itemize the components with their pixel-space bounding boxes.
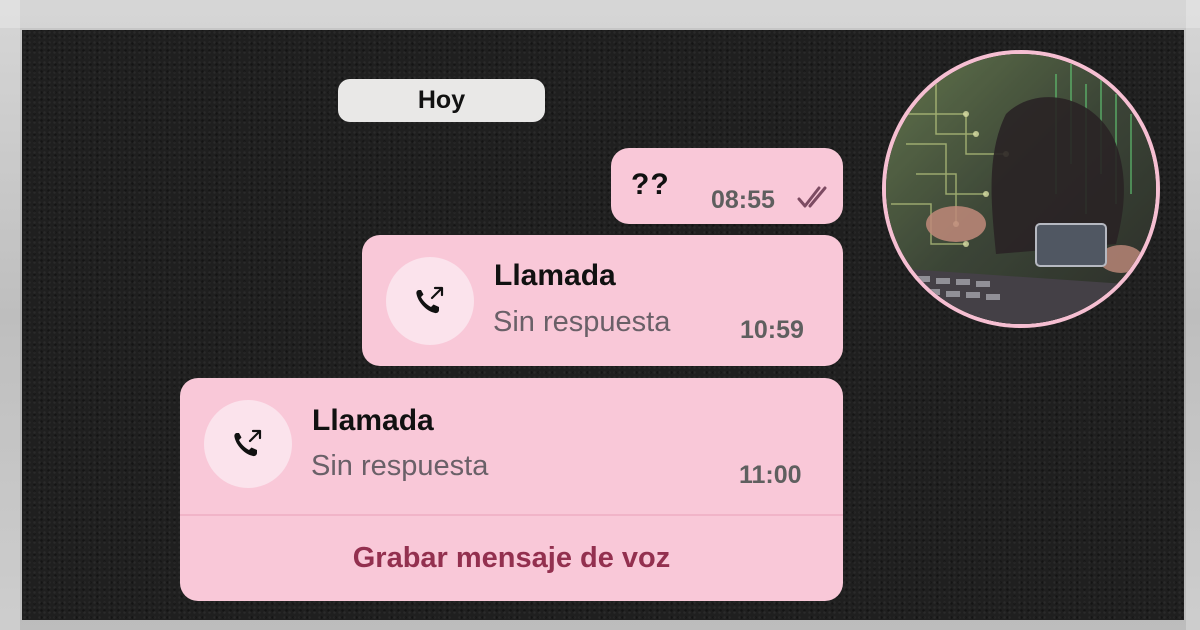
outgoing-call-icon bbox=[416, 286, 444, 314]
date-separator-label: Hoy bbox=[417, 86, 466, 114]
call-status: Sin respuesta bbox=[311, 450, 489, 482]
record-voice-message-label: Grabar mensaje de voz bbox=[352, 542, 671, 574]
outgoing-call-icon bbox=[234, 429, 262, 457]
call-title: Llamada bbox=[494, 259, 616, 292]
call-status: Sin respuesta bbox=[493, 306, 671, 338]
message-text: ?? bbox=[631, 168, 670, 201]
call-bubble[interactable]: Llamada Sin respuesta 11:00 Grabar mensa… bbox=[180, 378, 843, 601]
call-icon-circle bbox=[386, 257, 474, 345]
hacker-photo bbox=[882, 50, 1160, 328]
message-time: 08:55 bbox=[711, 186, 775, 214]
message-bubble-sent[interactable]: ?? 08:55 bbox=[611, 148, 843, 224]
date-separator: Hoy bbox=[338, 79, 545, 122]
hacker-illustration bbox=[886, 54, 1156, 324]
message-time: 11:00 bbox=[739, 461, 802, 489]
call-icon-circle bbox=[204, 400, 292, 488]
background-blur-right bbox=[1186, 0, 1200, 630]
call-title: Llamada bbox=[312, 404, 434, 437]
record-voice-message-button[interactable]: Grabar mensaje de voz bbox=[180, 516, 843, 601]
background-blur-left bbox=[0, 0, 20, 630]
double-check-icon bbox=[797, 186, 827, 208]
call-bubble[interactable]: Llamada Sin respuesta 10:59 bbox=[362, 235, 843, 366]
background-blur-top bbox=[0, 0, 1200, 28]
message-time: 10:59 bbox=[740, 316, 804, 344]
